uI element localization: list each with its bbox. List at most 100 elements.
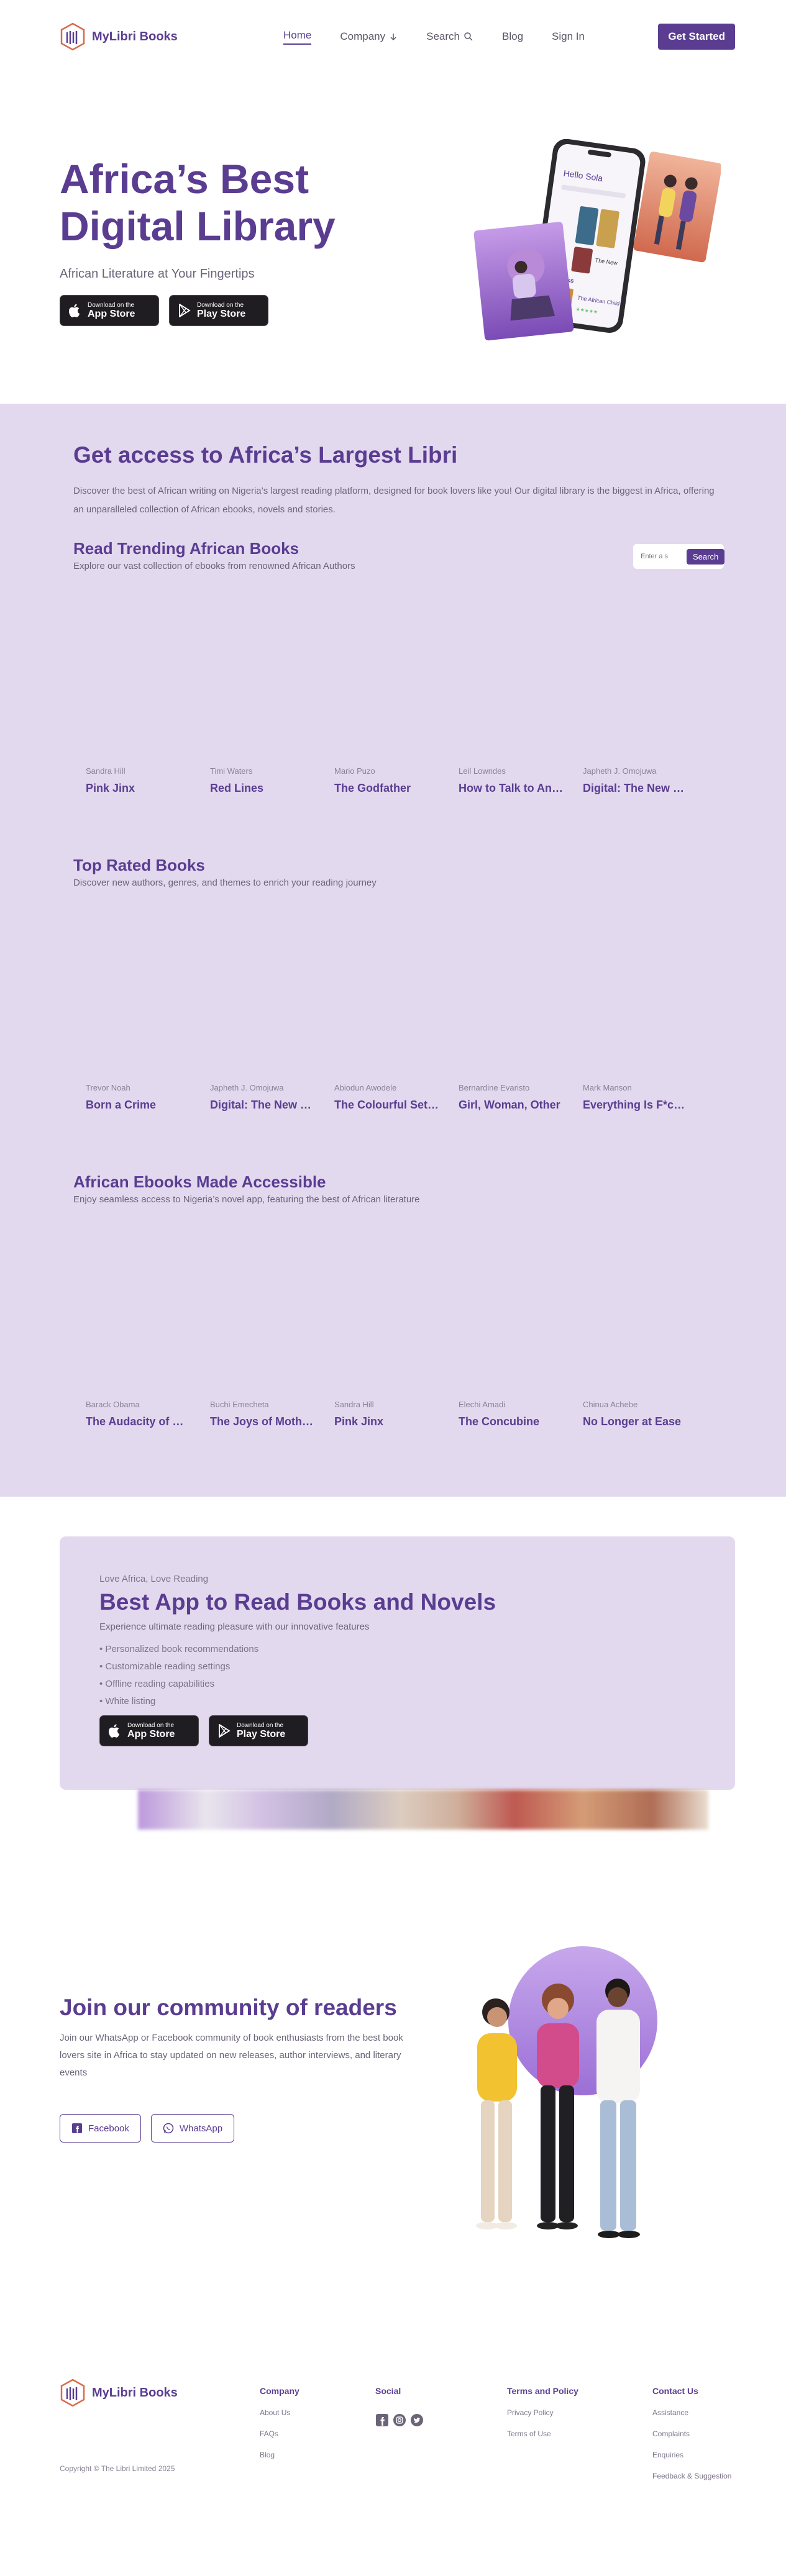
footer-brand-name: MyLibri Books (92, 2385, 178, 2400)
nav-signin[interactable]: Sign In (552, 30, 585, 43)
get-started-button[interactable]: Get Started (658, 24, 735, 50)
library-description: Discover the best of African writing on … (73, 486, 715, 515)
book-title: The Godfather (334, 782, 411, 794)
book-title: Digital: The New Code of Wealth (210, 1099, 316, 1111)
book-title: The Concubine (459, 1415, 539, 1428)
library-title: Get access to Africa’s Largest Libri (73, 442, 458, 468)
brand-name: MyLibri Books (92, 29, 178, 43)
play-store-label: Play Store (197, 308, 246, 319)
book-title: No Longer at Ease (583, 1415, 682, 1428)
book-title: How to Talk to Anyone (459, 782, 564, 794)
book-author: Timi Waters (210, 766, 253, 776)
app-store-button[interactable]: Download on the App Store (99, 1715, 199, 1746)
readers-illustration (476, 1946, 657, 2238)
footer-link-enquiries[interactable]: Enquiries (652, 2451, 731, 2459)
play-store-small-label: Download on the (197, 301, 244, 309)
book-author: Japheth J. Omojuwa (583, 766, 657, 776)
feature-item: • Personalized book recommendations (99, 1644, 259, 1654)
book-card[interactable]: Elechi Amadi The Concubine (459, 1400, 583, 1428)
chevron-down-icon (390, 34, 396, 41)
nav-blog[interactable]: Blog (502, 30, 523, 43)
hero-phone-illustration: Hello Sola The New Books The African Chi… (473, 139, 721, 341)
promo-kicker: Love Africa, Love Reading (99, 1574, 209, 1584)
book-search-input[interactable] (641, 553, 684, 560)
promo-store-buttons: Download on the App Store Download on th… (99, 1715, 735, 1746)
book-card[interactable]: Buchi Emecheta The Joys of Motherhood (210, 1400, 334, 1428)
play-store-button[interactable]: Download on the Play Store (169, 295, 268, 326)
book-card[interactable]: Bernardine Evaristo Girl, Woman, Other (459, 1083, 583, 1112)
book-card[interactable]: Chinua Achebe No Longer at Ease (583, 1400, 707, 1428)
app-store-small-label: Download on the (88, 301, 135, 309)
nav-company[interactable]: Company (340, 30, 398, 43)
book-row-accessible: Barack Obama The Audacity of Hope Buchi E… (73, 1400, 786, 1428)
book-title: Digital: The New Code of Wealth (583, 782, 688, 794)
app-store-small-label: Download on the (127, 1721, 175, 1729)
book-title: Everything Is F*cked (583, 1099, 688, 1111)
book-card[interactable]: Barack Obama The Audacity of Hope (86, 1400, 210, 1428)
instagram-icon[interactable] (393, 2413, 406, 2427)
community-section: Join our community of readers Join our W… (0, 1844, 786, 2362)
footer-contact-col: Contact Us Assistance Complaints Enquiri… (652, 2386, 731, 2480)
shelf-title: African Ebooks Made Accessible (73, 1172, 326, 1191)
shelf-top-rated: Top Rated Books Discover new authors, ge… (73, 856, 786, 888)
book-card[interactable]: Leil Lowndes How to Talk to Anyone (459, 766, 583, 795)
play-icon (179, 304, 191, 317)
book-card[interactable]: Japheth J. Omojuwa Digital: The New Code … (210, 1083, 334, 1112)
whatsapp-label: WhatsApp (179, 2123, 223, 2134)
book-card[interactable]: Trevor Noah Born a Crime (86, 1083, 210, 1112)
feature-list: • Personalized book recommendations • Cu… (99, 1641, 735, 1710)
play-store-button[interactable]: Download on the Play Store (209, 1715, 308, 1746)
book-author: Elechi Amadi (459, 1400, 506, 1409)
nav-search-label: Search (426, 30, 460, 42)
feature-item: • White listing (99, 1696, 156, 1707)
twitter-icon[interactable] (410, 2413, 424, 2427)
book-author: Buchi Emecheta (210, 1400, 269, 1409)
book-card[interactable]: Sandra Hill Pink Jinx (86, 766, 210, 795)
book-card[interactable]: Japheth J. Omojuwa Digital: The New Code … (583, 766, 707, 795)
apple-icon (109, 1724, 120, 1738)
play-icon (219, 1724, 231, 1738)
footer-link-feedback[interactable]: Feedback & Suggestion (652, 2472, 731, 2480)
nav-search[interactable]: Search (426, 30, 473, 43)
book-title: Born a Crime (86, 1099, 157, 1111)
book-card[interactable]: Mark Manson Everything Is F*cked (583, 1083, 707, 1112)
app-store-label: App Store (88, 308, 135, 319)
brand-logo[interactable]: MyLibri Books (60, 22, 178, 51)
book-author: Trevor Noah (86, 1083, 130, 1092)
book-author: Bernardine Evaristo (459, 1083, 530, 1092)
footer-link-assistance[interactable]: Assistance (652, 2408, 731, 2417)
top-nav: MyLibri Books Home Company Search Blog S… (0, 0, 786, 73)
footer-link-privacy[interactable]: Privacy Policy (507, 2408, 578, 2417)
nav-home[interactable]: Home (283, 29, 312, 45)
book-author: Barack Obama (86, 1400, 140, 1409)
footer-link-complaints[interactable]: Complaints (652, 2429, 731, 2438)
community-buttons: Facebook WhatsApp (60, 2114, 414, 2143)
footer-company-col: Company About Us FAQs Blog (260, 2386, 299, 2459)
footer-link-blog[interactable]: Blog (260, 2451, 299, 2459)
footer-logo[interactable]: MyLibri Books (60, 2379, 178, 2407)
footer-social-icons (375, 2413, 424, 2427)
whatsapp-button[interactable]: WhatsApp (150, 2114, 235, 2143)
book-author: Chinua Achebe (583, 1400, 638, 1409)
book-card[interactable]: Timi Waters Red Lines (210, 766, 334, 795)
app-store-button[interactable]: Download on the App Store (60, 295, 159, 326)
footer-link-terms[interactable]: Terms of Use (507, 2429, 578, 2438)
book-card[interactable]: Sandra Hill Pink Jinx (334, 1400, 459, 1428)
facebook-icon[interactable] (375, 2413, 389, 2427)
copyright-text: Copyright © The Libri Limited 2025 (60, 2464, 175, 2473)
book-title: The Audacity of Hope (86, 1415, 191, 1428)
book-search-button[interactable]: Search (687, 548, 725, 565)
footer-link-faqs[interactable]: FAQs (260, 2429, 299, 2438)
facebook-button[interactable]: Facebook (60, 2114, 141, 2143)
footer-company-heading: Company (260, 2386, 299, 2396)
footer-link-about[interactable]: About Us (260, 2408, 299, 2417)
footer-social-col: Social (375, 2386, 424, 2427)
book-row-top-rated: Trevor Noah Born a Crime Japheth J. Omoju… (73, 1083, 786, 1112)
book-title: The Joys of Motherhood (210, 1415, 316, 1428)
play-store-label: Play Store (237, 1728, 286, 1739)
community-title: Join our community of readers (60, 1995, 397, 2020)
book-card[interactable]: Mario Puzo The Godfather (334, 766, 459, 795)
book-title: Pink Jinx (334, 1415, 384, 1428)
book-card[interactable]: Abiodun Awodele The Colourful Setting Sun (334, 1083, 459, 1112)
book-author: Mark Manson (583, 1083, 632, 1092)
